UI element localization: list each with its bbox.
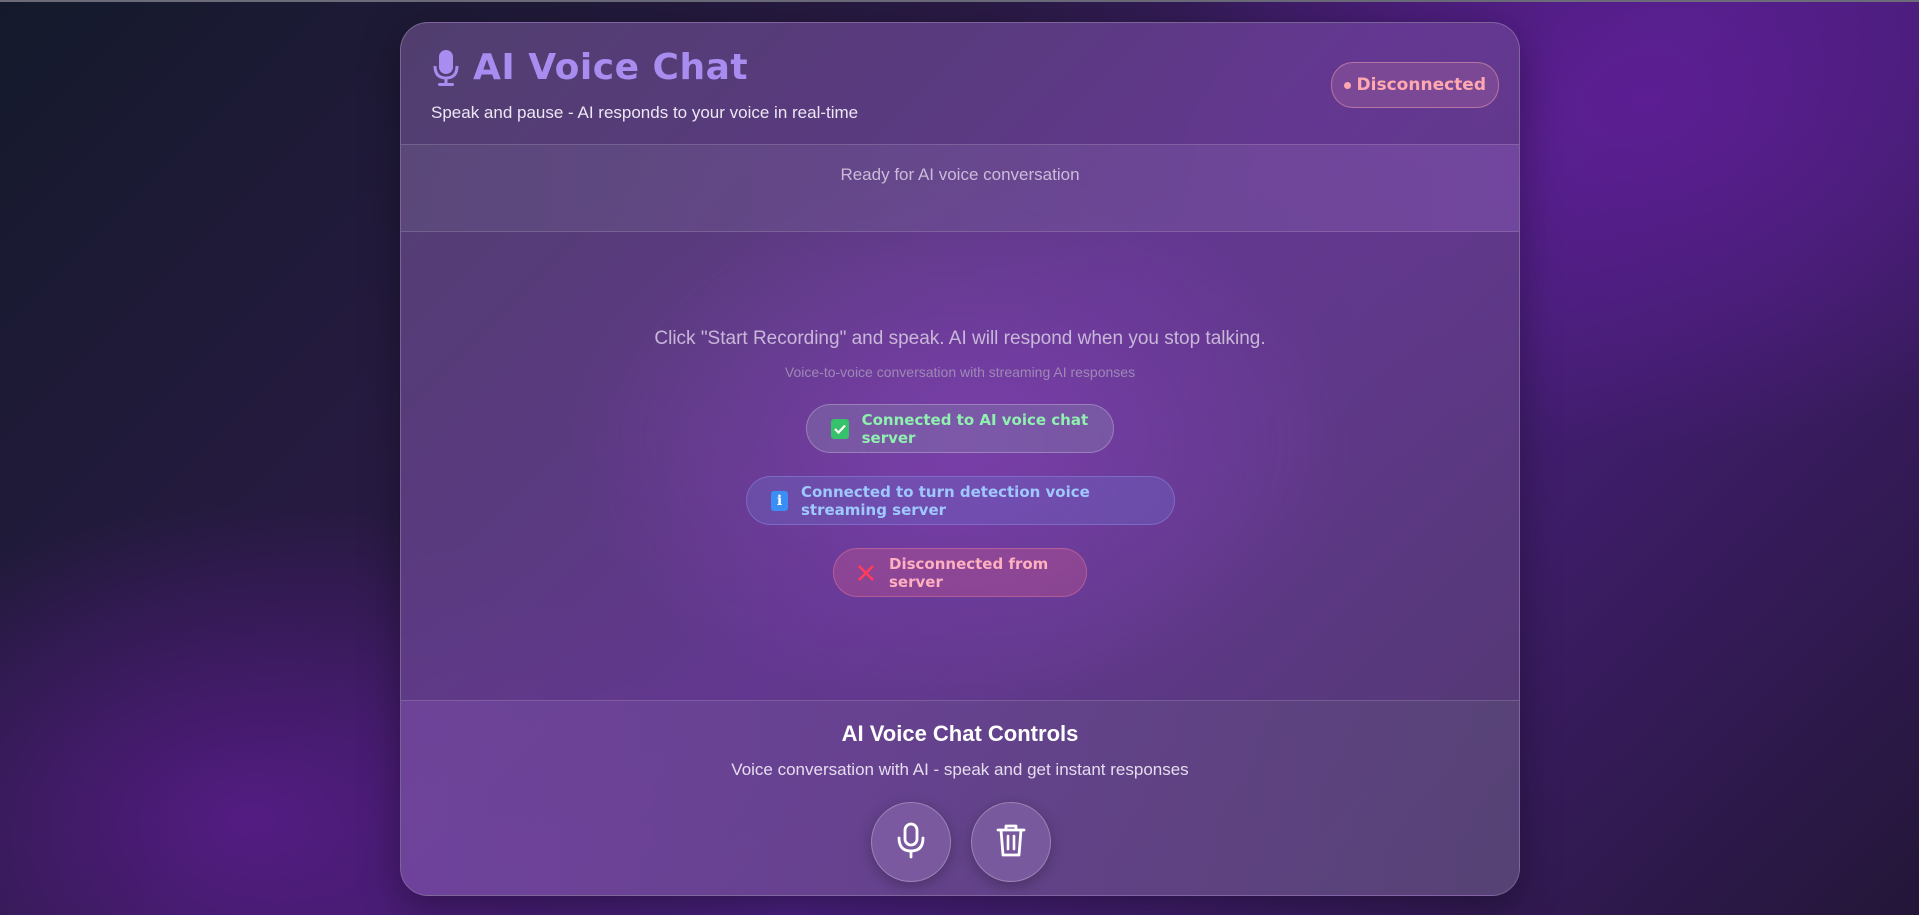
connection-status-label: Disconnected xyxy=(1356,75,1486,95)
message-text: Disconnected from server xyxy=(889,554,1049,591)
start-recording-button[interactable] xyxy=(871,802,951,882)
message-text: Connected to turn detection voice stream… xyxy=(800,482,1090,519)
header: AI Voice Chat Speak and pause - AI respo… xyxy=(401,23,1519,144)
connection-status-badge: Disconnected xyxy=(1330,62,1499,108)
check-icon xyxy=(831,418,849,439)
controls-subtitle: Voice conversation with AI - speak and g… xyxy=(731,760,1189,779)
x-icon xyxy=(856,563,876,583)
controls-panel: AI Voice Chat Controls Voice conversatio… xyxy=(401,700,1519,895)
message-error: Disconnected from server xyxy=(833,548,1087,597)
page-subtitle: Speak and pause - AI responds to your vo… xyxy=(431,103,859,122)
microphone-icon xyxy=(431,48,461,88)
chat-area: Click "Start Recording" and speak. AI wi… xyxy=(401,230,1519,700)
trash-icon xyxy=(995,822,1027,863)
chat-subhint: Voice-to-voice conversation with streami… xyxy=(784,364,1136,380)
message-text: Connected to AI voice chat server xyxy=(861,410,1089,447)
chat-hint: Click "Start Recording" and speak. AI wi… xyxy=(654,328,1266,349)
info-icon: i xyxy=(771,490,788,511)
status-bar: Ready for AI voice conversation xyxy=(401,144,1519,232)
title-text: AI Voice Chat xyxy=(473,47,749,88)
controls-title: AI Voice Chat Controls xyxy=(841,721,1079,746)
message-success: Connected to AI voice chat server xyxy=(806,404,1114,453)
message-info: i Connected to turn detection voice stre… xyxy=(746,476,1175,525)
microphone-icon xyxy=(894,821,928,864)
voice-chat-panel: AI Voice Chat Speak and pause - AI respo… xyxy=(400,22,1520,896)
status-text: Ready for AI voice conversation xyxy=(840,165,1080,184)
page-title: AI Voice Chat xyxy=(431,47,748,88)
window-top-border xyxy=(0,0,1919,2)
clear-chat-button[interactable] xyxy=(971,802,1051,882)
status-dot-icon xyxy=(1343,81,1351,89)
